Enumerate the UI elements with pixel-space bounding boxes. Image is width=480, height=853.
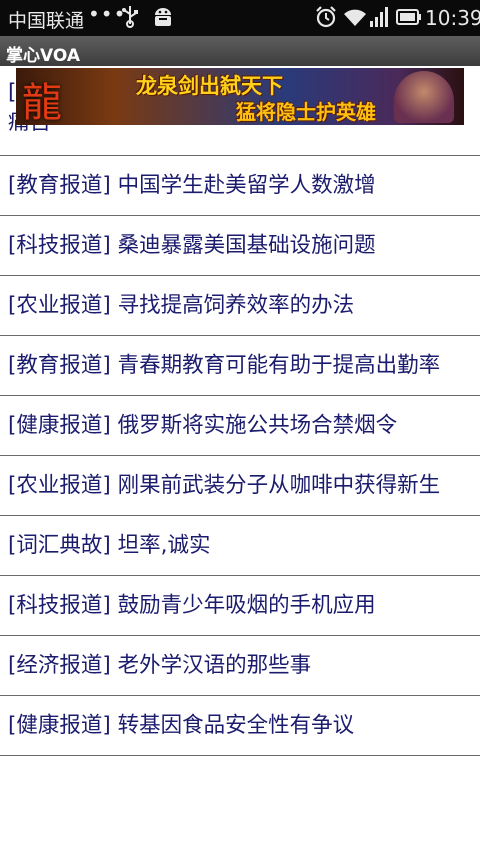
- banner-ad[interactable]: 龍 龙泉剑出弑天下 猛将隐士护英雄: [16, 68, 464, 125]
- battery-icon: [396, 8, 422, 31]
- app-title-bar: 掌心VOA: [0, 36, 480, 66]
- article-title: [健康报道] 俄罗斯将实施公共场合禁烟令: [8, 413, 398, 438]
- list-item[interactable]: [词汇典故] 坦率,诚实: [0, 516, 480, 576]
- article-title: [农业报道] 寻找提高饲养效率的办法: [8, 293, 355, 318]
- article-title: [农业报道] 刚果前武装分子从咖啡中获得新生: [8, 473, 441, 498]
- alarm-icon: [314, 5, 338, 34]
- article-title: [科技报道] 鼓励青少年吸烟的手机应用: [8, 593, 376, 618]
- android-debug-icon: [150, 4, 176, 35]
- list-item[interactable]: [经济报道] 老外学汉语的那些事: [0, 636, 480, 696]
- article-list[interactable]: [健康报道] 研究显示运动有助于缓解老年患者的痛苦 [教育报道] 中国学生赴美留…: [0, 66, 480, 853]
- article-title: [教育报道] 青春期教育可能有助于提高出勤率: [8, 353, 441, 378]
- ad-character-image: [394, 71, 454, 123]
- article-title: [教育报道] 中国学生赴美留学人数激增: [8, 173, 376, 198]
- list-item[interactable]: [健康报道] 转基因食品安全性有争议: [0, 696, 480, 756]
- carrier-label: 中国联通: [8, 10, 85, 32]
- status-bar: 中国联通 ••• 10:39: [0, 0, 480, 36]
- list-item[interactable]: [健康报道] 俄罗斯将实施公共场合禁烟令: [0, 396, 480, 456]
- signal-icon: [369, 6, 391, 33]
- article-title: [经济报道] 老外学汉语的那些事: [8, 653, 312, 678]
- list-item[interactable]: [科技报道] 鼓励青少年吸烟的手机应用: [0, 576, 480, 636]
- ad-logo: 龍: [22, 80, 62, 125]
- article-title: [健康报道] 转基因食品安全性有争议: [8, 713, 355, 738]
- list-item[interactable]: [教育报道] 中国学生赴美留学人数激增: [0, 156, 480, 216]
- list-item[interactable]: [农业报道] 刚果前武装分子从咖啡中获得新生: [0, 456, 480, 516]
- article-title: [科技报道] 桑迪暴露美国基础设施问题: [8, 233, 376, 258]
- ad-subheadline: 猛将隐士护英雄: [236, 100, 376, 124]
- article-title: [词汇典故] 坦率,诚实: [8, 533, 211, 558]
- list-item[interactable]: [科技报道] 桑迪暴露美国基础设施问题: [0, 216, 480, 276]
- usb-icon: [120, 4, 140, 33]
- list-item[interactable]: [教育报道] 青春期教育可能有助于提高出勤率: [0, 336, 480, 396]
- clock: 10:39: [425, 6, 480, 30]
- app-title: 掌心VOA: [6, 46, 81, 66]
- list-item[interactable]: [农业报道] 寻找提高饲养效率的办法: [0, 276, 480, 336]
- wifi-icon: [343, 6, 367, 33]
